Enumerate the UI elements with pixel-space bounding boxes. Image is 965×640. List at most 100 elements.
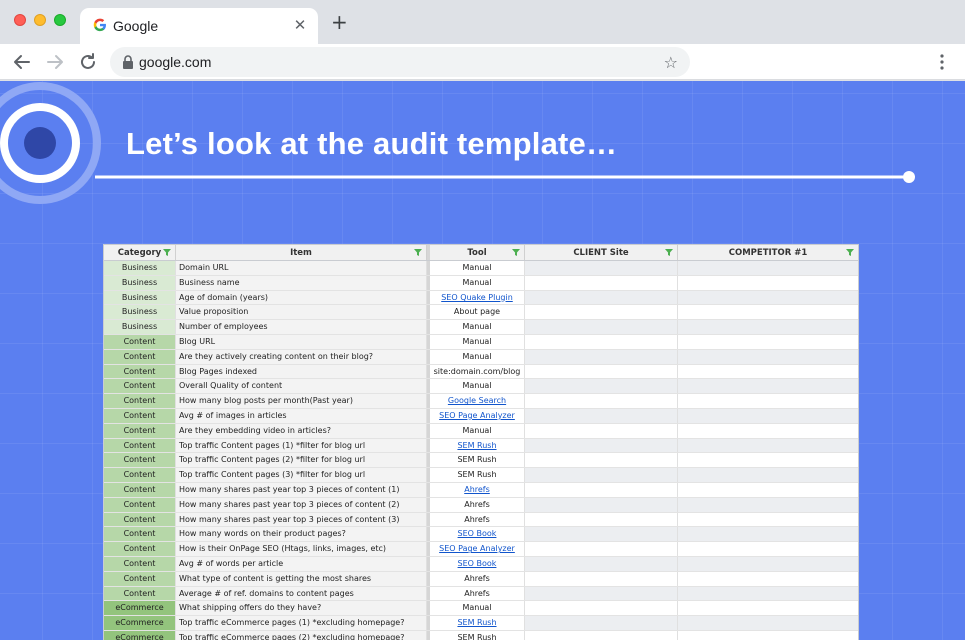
header-client-site[interactable]: CLIENT Site: [525, 245, 678, 260]
cell-client-site[interactable]: [525, 379, 678, 394]
address-bar[interactable]: google.com ☆: [110, 47, 690, 77]
cell-item[interactable]: Avg # of words per article: [176, 556, 427, 571]
tool-link[interactable]: Google Search: [448, 396, 506, 405]
close-window-button[interactable]: [14, 14, 26, 26]
cell-client-site[interactable]: [525, 394, 678, 408]
cell-item[interactable]: How many shares past year top 3 pieces o…: [176, 482, 427, 497]
cell-client-site[interactable]: [525, 261, 678, 275]
cell-tool[interactable]: Manual: [427, 601, 525, 616]
cell-category[interactable]: Content: [104, 542, 176, 556]
cell-tool[interactable]: Manual: [427, 320, 525, 334]
cell-tool[interactable]: Manual: [427, 349, 525, 364]
cell-item[interactable]: What shipping offers do they have?: [176, 601, 427, 616]
tool-link[interactable]: SEO Book: [458, 529, 497, 538]
cell-category[interactable]: Content: [104, 334, 176, 349]
cell-competitor-1[interactable]: [678, 438, 858, 453]
cell-category[interactable]: Content: [104, 394, 176, 408]
cell-item[interactable]: Top traffic Content pages (2) *filter fo…: [176, 453, 427, 468]
cell-client-site[interactable]: [525, 482, 678, 497]
maximize-window-button[interactable]: [54, 14, 66, 26]
cell-tool[interactable]: Google Search: [427, 394, 525, 408]
cell-competitor-1[interactable]: [678, 334, 858, 349]
cell-client-site[interactable]: [525, 290, 678, 305]
cell-client-site[interactable]: [525, 275, 678, 290]
cell-competitor-1[interactable]: [678, 261, 858, 275]
cell-client-site[interactable]: [525, 364, 678, 379]
cell-competitor-1[interactable]: [678, 630, 858, 640]
cell-competitor-1[interactable]: [678, 453, 858, 468]
cell-client-site[interactable]: [525, 630, 678, 640]
cell-item[interactable]: Average # of ref. domains to content pag…: [176, 586, 427, 601]
header-tool[interactable]: Tool: [427, 245, 525, 260]
cell-category[interactable]: Content: [104, 482, 176, 497]
filter-icon[interactable]: [665, 249, 673, 256]
cell-tool[interactable]: SEO Book: [427, 556, 525, 571]
cell-competitor-1[interactable]: [678, 394, 858, 408]
cell-client-site[interactable]: [525, 527, 678, 542]
cell-tool[interactable]: Ahrefs: [427, 586, 525, 601]
tool-link[interactable]: SEO Quake Plugin: [441, 293, 513, 302]
cell-competitor-1[interactable]: [678, 379, 858, 394]
tool-link[interactable]: SEM Rush: [457, 618, 496, 627]
tool-link[interactable]: SEO Book: [458, 559, 497, 568]
cell-tool[interactable]: About page: [427, 305, 525, 320]
cell-competitor-1[interactable]: [678, 320, 858, 334]
header-category[interactable]: Category: [104, 245, 176, 260]
cell-item[interactable]: Avg # of images in articles: [176, 408, 427, 423]
cell-competitor-1[interactable]: [678, 468, 858, 482]
cell-category[interactable]: Content: [104, 468, 176, 482]
cell-competitor-1[interactable]: [678, 601, 858, 616]
cell-competitor-1[interactable]: [678, 408, 858, 423]
cell-item[interactable]: Top traffic eCommerce pages (1) *excludi…: [176, 616, 427, 630]
cell-item[interactable]: Overall Quality of content: [176, 379, 427, 394]
cell-client-site[interactable]: [525, 586, 678, 601]
cell-tool[interactable]: Ahrefs: [427, 482, 525, 497]
filter-icon[interactable]: [846, 249, 854, 256]
cell-client-site[interactable]: [525, 497, 678, 512]
cell-category[interactable]: Business: [104, 320, 176, 334]
cell-competitor-1[interactable]: [678, 423, 858, 438]
cell-tool[interactable]: Manual: [427, 423, 525, 438]
cell-competitor-1[interactable]: [678, 497, 858, 512]
cell-client-site[interactable]: [525, 305, 678, 320]
cell-category[interactable]: Content: [104, 497, 176, 512]
minimize-window-button[interactable]: [34, 14, 46, 26]
cell-competitor-1[interactable]: [678, 616, 858, 630]
cell-item[interactable]: Blog URL: [176, 334, 427, 349]
cell-client-site[interactable]: [525, 453, 678, 468]
tool-link[interactable]: SEM Rush: [457, 441, 496, 450]
cell-category[interactable]: Content: [104, 408, 176, 423]
cell-tool[interactable]: SEM Rush: [427, 630, 525, 640]
cell-tool[interactable]: Manual: [427, 334, 525, 349]
cell-competitor-1[interactable]: [678, 275, 858, 290]
cell-category[interactable]: Content: [104, 423, 176, 438]
cell-tool[interactable]: SEO Quake Plugin: [427, 290, 525, 305]
cell-item[interactable]: Value proposition: [176, 305, 427, 320]
new-tab-button[interactable]: +: [331, 12, 348, 32]
cell-item[interactable]: Top traffic eCommerce pages (2) *excludi…: [176, 630, 427, 640]
cell-item[interactable]: How is their OnPage SEO (Htags, links, i…: [176, 542, 427, 556]
cell-tool[interactable]: SEM Rush: [427, 616, 525, 630]
cell-tool[interactable]: Ahrefs: [427, 497, 525, 512]
cell-category[interactable]: Business: [104, 305, 176, 320]
cell-client-site[interactable]: [525, 320, 678, 334]
cell-competitor-1[interactable]: [678, 305, 858, 320]
cell-tool[interactable]: Manual: [427, 261, 525, 275]
browser-menu-icon[interactable]: [935, 53, 949, 71]
cell-category[interactable]: eCommerce: [104, 630, 176, 640]
cell-category[interactable]: Content: [104, 438, 176, 453]
cell-item[interactable]: Are they embedding video in articles?: [176, 423, 427, 438]
cell-competitor-1[interactable]: [678, 571, 858, 586]
cell-competitor-1[interactable]: [678, 349, 858, 364]
cell-tool[interactable]: SEO Page Analyzer: [427, 542, 525, 556]
browser-tab-google[interactable]: Google ✕: [80, 8, 318, 44]
cell-category[interactable]: Content: [104, 556, 176, 571]
cell-competitor-1[interactable]: [678, 586, 858, 601]
cell-category[interactable]: Content: [104, 571, 176, 586]
cell-item[interactable]: What type of content is getting the most…: [176, 571, 427, 586]
cell-item[interactable]: Age of domain (years): [176, 290, 427, 305]
cell-competitor-1[interactable]: [678, 512, 858, 527]
cell-item[interactable]: Are they actively creating content on th…: [176, 349, 427, 364]
forward-arrow-icon[interactable]: [44, 51, 66, 73]
tool-link[interactable]: SEO Page Analyzer: [439, 544, 515, 553]
